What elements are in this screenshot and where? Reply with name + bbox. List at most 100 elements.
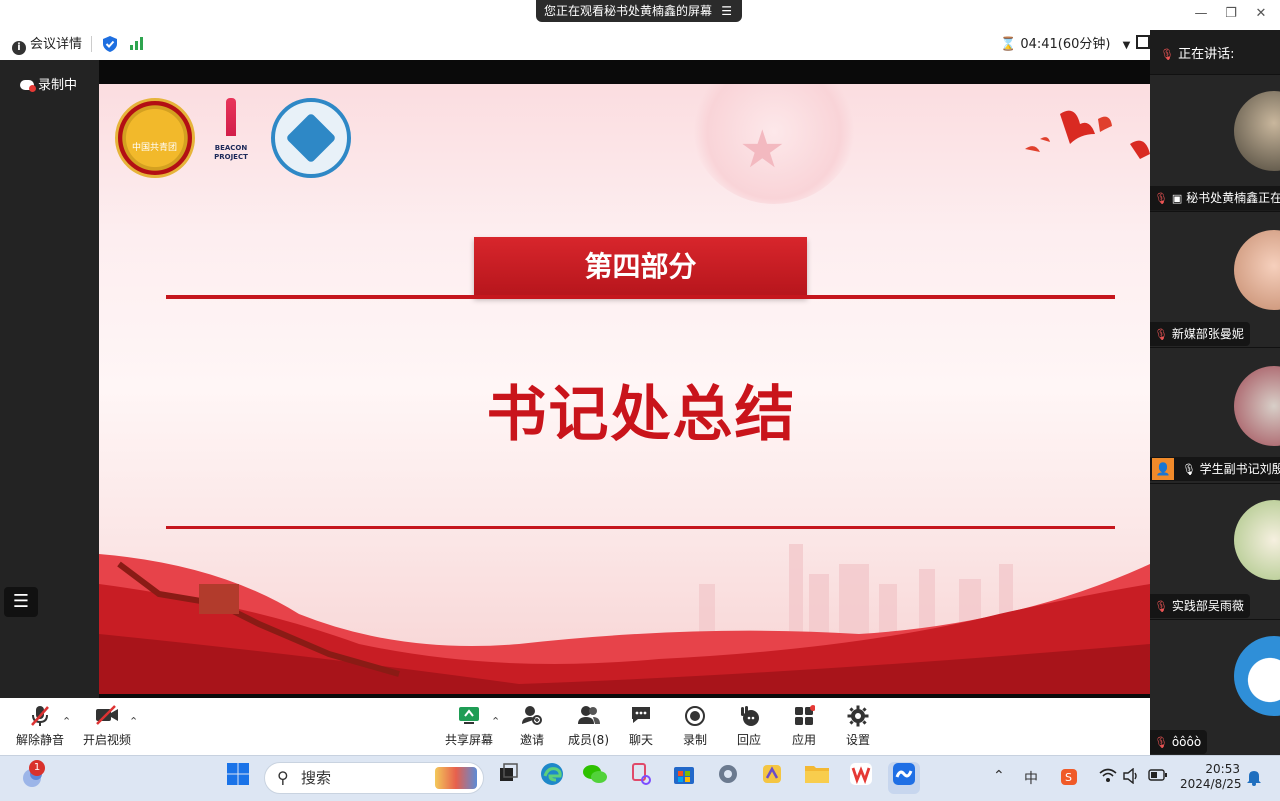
- recording-indicator[interactable]: 录制中: [20, 74, 77, 93]
- screen-share-banner[interactable]: 您正在观看秘书处黄楠鑫的屏幕 ☰: [536, 0, 742, 22]
- participant-name-label: 🎙 新媒部张曼妮: [1150, 322, 1250, 346]
- volume-icon[interactable]: [1123, 767, 1141, 788]
- restore-button[interactable]: ❐: [1220, 4, 1242, 24]
- wechat-icon[interactable]: [579, 762, 611, 794]
- settings-app-icon[interactable]: [712, 762, 744, 794]
- great-wall-decoration: [99, 544, 1150, 694]
- mic-muted-icon: 🎙: [1160, 48, 1174, 61]
- avatar: [1234, 230, 1280, 310]
- app-window: 您正在观看秘书处黄楠鑫的屏幕 ☰ — ❐ ✕ i 会议详情 ⌛ 04:41(60分…: [0, 0, 1280, 801]
- participant-name-label: 👤 🎙 学生副书记刘殷: [1150, 457, 1280, 481]
- members-button[interactable]: 成员(8): [568, 705, 609, 748]
- participant-name: 新媒部张曼妮: [1171, 327, 1244, 341]
- notification-bell-icon[interactable]: [1246, 768, 1262, 790]
- avatar: [1234, 500, 1280, 580]
- wps-office-icon[interactable]: [845, 762, 877, 794]
- wifi-icon[interactable]: [1099, 768, 1117, 788]
- members-label: 成员(8): [568, 733, 609, 747]
- windows-start-icon[interactable]: [222, 762, 254, 794]
- unmute-button[interactable]: 解除静音: [16, 705, 64, 748]
- mic-muted-icon: 🎙: [1154, 736, 1168, 749]
- ime-indicator[interactable]: 中: [1024, 768, 1038, 788]
- settings-label: 设置: [846, 733, 871, 747]
- signal-strength-icon[interactable]: [129, 36, 145, 56]
- mic-muted-icon: 🎙: [1154, 192, 1168, 205]
- record-icon: [683, 705, 707, 731]
- microsoft-store-icon[interactable]: [668, 762, 700, 794]
- beacon-project-text: BEACON PROJECT: [214, 144, 248, 161]
- speaking-label: 正在讲话:: [1178, 47, 1235, 62]
- share-top-border: [99, 60, 1150, 84]
- invite-label: 邀请: [520, 733, 545, 747]
- tencent-meeting-icon[interactable]: [888, 762, 920, 794]
- clock-date: 2024/8/25: [1180, 777, 1242, 791]
- school-emblem-icon: [285, 112, 337, 164]
- sogou-input-icon[interactable]: S: [1060, 768, 1078, 790]
- participant-name: ôôôò: [1171, 735, 1202, 749]
- mic-muted-icon: 🎙: [1154, 600, 1168, 613]
- doves-decoration: [1025, 110, 1150, 159]
- participant-name: 秘书处黄楠鑫正在: [1186, 191, 1280, 205]
- chevron-up-icon[interactable]: ⌃: [993, 768, 1005, 784]
- taskbar-search-input[interactable]: ⚲ 搜索: [264, 762, 484, 794]
- chat-button[interactable]: 聊天: [629, 705, 653, 748]
- avatar: [1234, 366, 1280, 446]
- record-button[interactable]: 录制: [683, 705, 707, 748]
- layout-icon[interactable]: [1136, 35, 1150, 55]
- video-options-chevron-icon[interactable]: ⌃: [129, 715, 138, 728]
- reactions-label: 回应: [737, 733, 762, 747]
- star-icon: ★: [739, 120, 786, 180]
- video-off-icon: [83, 705, 131, 731]
- unmute-label: 解除静音: [16, 733, 65, 747]
- start-video-button[interactable]: 开启视频: [83, 705, 131, 748]
- search-placeholder: 搜索: [301, 769, 332, 787]
- section-title-box: 第四部分: [474, 237, 807, 297]
- speaking-indicator: 🎙 正在讲话:: [1150, 40, 1280, 70]
- school-logo: [271, 98, 351, 178]
- menu-icon[interactable]: ☰: [721, 0, 732, 22]
- participant-name-label: 🎙 实践部吴雨薇: [1150, 594, 1250, 618]
- security-shield-icon[interactable]: [103, 36, 117, 58]
- reactions-button[interactable]: 回应: [737, 705, 761, 748]
- invite-button[interactable]: 邀请: [520, 705, 544, 748]
- participant-name: 学生副书记刘殷: [1199, 462, 1280, 476]
- audio-options-chevron-icon[interactable]: ⌃: [62, 715, 71, 728]
- mic-muted-icon: 🎙: [1154, 328, 1168, 341]
- raise-hand-icon: [737, 705, 761, 731]
- minimize-button[interactable]: —: [1190, 4, 1212, 24]
- recording-label: 录制中: [38, 78, 78, 93]
- timer-text: 04:41(60分钟): [1020, 37, 1111, 52]
- youth-league-logo-text: 中国共青团: [132, 143, 178, 153]
- avatar: [1234, 91, 1280, 171]
- top-divider-line: [166, 295, 1115, 299]
- edge-browser-icon[interactable]: [536, 762, 568, 794]
- record-label: 录制: [683, 733, 708, 747]
- settings-button[interactable]: 设置: [846, 705, 870, 748]
- file-explorer-icon[interactable]: [801, 762, 833, 794]
- translator-app-icon[interactable]: [756, 762, 788, 794]
- meeting-info-label: 会议详情: [30, 37, 83, 52]
- meeting-timer[interactable]: ⌛ 04:41(60分钟) ▼: [1000, 36, 1130, 55]
- apps-grid-icon: [792, 705, 816, 731]
- cloud-record-icon: [20, 80, 36, 92]
- user-icon: 👤: [1152, 458, 1174, 480]
- shared-slide: ★ 中国共青团 BEACON PROJECT 第四部分 书记处总结: [99, 84, 1150, 694]
- share-options-chevron-icon[interactable]: ⌃: [491, 715, 500, 728]
- share-screen-button[interactable]: 共享屏幕: [445, 705, 493, 748]
- task-view-icon[interactable]: [493, 762, 525, 794]
- share-screen-icon: [445, 705, 493, 731]
- snipping-tool-icon[interactable]: [625, 762, 657, 794]
- list-toggle-button[interactable]: ☰: [4, 587, 38, 617]
- screen-share-icon: ▣: [1171, 192, 1183, 205]
- info-icon: i: [12, 41, 26, 55]
- clock-time: 20:53: [1205, 762, 1240, 776]
- divider: [91, 36, 92, 52]
- battery-icon[interactable]: [1148, 768, 1168, 786]
- close-button[interactable]: ✕: [1250, 4, 1272, 24]
- apps-button[interactable]: 应用: [792, 705, 816, 748]
- meeting-info-button[interactable]: i 会议详情: [12, 36, 82, 55]
- members-icon: [568, 705, 609, 731]
- share-screen-label: 共享屏幕: [445, 733, 494, 747]
- participant-name: 实践部吴雨薇: [1171, 599, 1244, 613]
- taskbar-clock[interactable]: 20:53 2024/8/25: [1180, 762, 1242, 792]
